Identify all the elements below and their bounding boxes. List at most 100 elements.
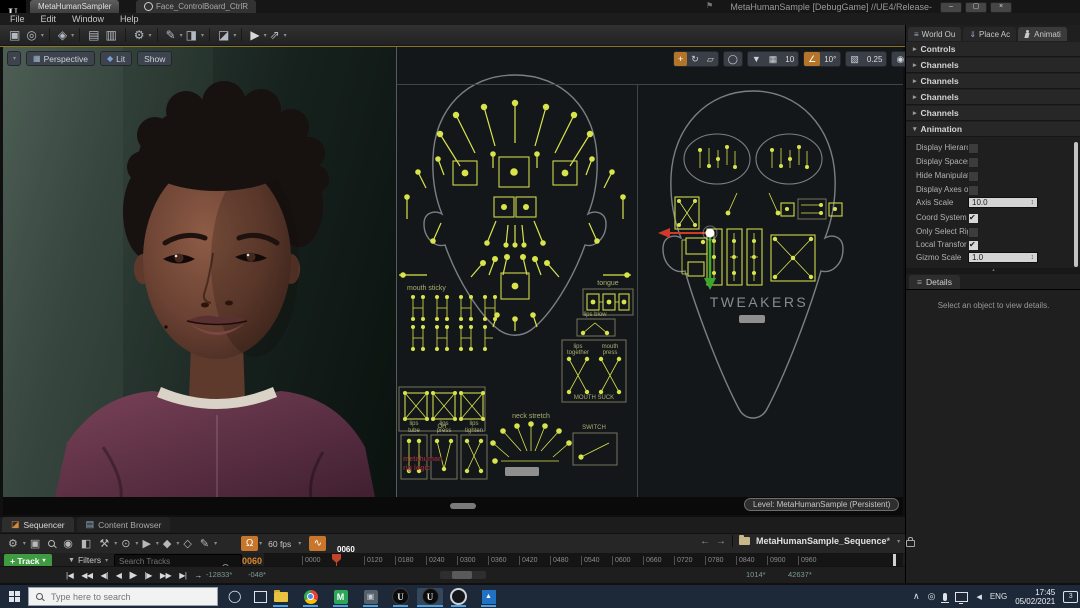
grid-snap-value[interactable]: 10 bbox=[781, 55, 798, 64]
tray-obs-icon[interactable]: ◎ bbox=[928, 591, 936, 602]
file-explorer-icon[interactable] bbox=[272, 588, 289, 605]
viewport-options-button[interactable]: ▾ bbox=[7, 51, 21, 66]
rotation-snap-value[interactable]: 10° bbox=[820, 55, 840, 64]
lips-blow-controls[interactable]: lips blow bbox=[577, 312, 615, 336]
menu-edit[interactable]: Edit bbox=[41, 14, 57, 24]
rotate-tool-icon[interactable]: ↻ bbox=[687, 52, 703, 66]
cinematics-icon[interactable]: ◨ bbox=[186, 28, 197, 42]
caret-down-icon[interactable]: ▾ bbox=[214, 540, 217, 547]
axis-scale-input[interactable]: 10.0↕ bbox=[968, 197, 1038, 208]
rotation-snap-icon[interactable]: ∠ bbox=[804, 52, 820, 66]
tab-animation[interactable]: Animati bbox=[1018, 27, 1067, 41]
save-icon[interactable]: ▣ bbox=[9, 28, 20, 42]
range-start-value-2[interactable]: -048* bbox=[248, 570, 266, 579]
marketplace-icon[interactable]: ▥ bbox=[105, 28, 116, 42]
display-axes-checkbox[interactable] bbox=[968, 185, 979, 196]
step-back-button[interactable]: ◀◀ bbox=[81, 571, 92, 580]
control-board-right-head[interactable]: TWEAKERS bbox=[663, 91, 843, 418]
chrome-icon[interactable] bbox=[302, 588, 319, 605]
frame-forward-button[interactable]: |▶ bbox=[145, 571, 152, 580]
board-slider[interactable] bbox=[505, 467, 539, 476]
section-channels-3[interactable]: ▸Channels bbox=[906, 90, 1080, 105]
section-channels-1[interactable]: ▸Channels bbox=[906, 58, 1080, 73]
caret-down-icon[interactable]: ▾ bbox=[201, 32, 204, 39]
section-animation[interactable]: ▾Animation bbox=[906, 122, 1080, 137]
flag-icon[interactable]: ⚑ bbox=[706, 1, 713, 10]
task-view-icon[interactable] bbox=[254, 591, 267, 603]
photos-icon[interactable]: ▲ bbox=[480, 588, 497, 605]
sequencer-options-gear-icon[interactable]: ⚙ bbox=[8, 537, 18, 550]
coord-system-checkbox[interactable] bbox=[968, 213, 979, 224]
play-button[interactable]: ▶ bbox=[129, 570, 136, 581]
mouth-sticky-controls[interactable]: mouth sticky bbox=[407, 285, 497, 351]
control-board-left-head[interactable] bbox=[399, 75, 631, 335]
section-controls[interactable]: ▸Controls bbox=[906, 42, 1080, 57]
back-icon[interactable]: ← bbox=[700, 536, 710, 547]
tab-face-controlboard[interactable]: Face_ControlBoard_CtrlR bbox=[136, 0, 256, 13]
blueprints-icon[interactable]: ✎ bbox=[166, 28, 176, 42]
next-key-button[interactable]: ▶▶ bbox=[160, 571, 171, 580]
green-m-app-icon[interactable]: M bbox=[332, 588, 349, 605]
range-end-value[interactable]: 1014* bbox=[746, 570, 766, 579]
panel-splitter[interactable]: ▴ bbox=[906, 268, 1080, 274]
caret-down-icon[interactable]: ▾ bbox=[135, 540, 138, 547]
tab-place-actors[interactable]: ⇓ Place Ac bbox=[963, 27, 1016, 41]
hide-manipulators-checkbox[interactable] bbox=[968, 171, 979, 182]
display-icon[interactable] bbox=[955, 592, 968, 602]
caret-down-icon[interactable]: ▾ bbox=[233, 32, 236, 39]
caret-down-icon[interactable]: ▾ bbox=[176, 540, 179, 547]
caret-down-icon[interactable]: ▾ bbox=[264, 32, 267, 39]
tab-details[interactable]: ≡ Details bbox=[909, 275, 960, 289]
caret-down-icon[interactable]: ▾ bbox=[114, 540, 117, 547]
neck-stretch-controls[interactable]: neck stretch bbox=[490, 413, 572, 476]
current-frame-display[interactable]: 0060 bbox=[242, 556, 262, 566]
caret-down-icon[interactable]: ▾ bbox=[23, 540, 26, 547]
tongue-controls[interactable]: tongue bbox=[583, 280, 633, 315]
grid-snap-icon[interactable]: ▦ bbox=[765, 52, 782, 66]
microphone-icon[interactable] bbox=[943, 593, 947, 601]
tray-chevron-icon[interactable]: ∧ bbox=[913, 591, 920, 602]
menu-file[interactable]: File bbox=[10, 14, 25, 24]
source-control-icon[interactable]: ◎ bbox=[26, 28, 36, 42]
level-badge[interactable]: Level: MetaHumanSample (Persistent) bbox=[744, 498, 899, 511]
menu-help[interactable]: Help bbox=[120, 14, 139, 24]
settings-gear-icon[interactable]: ⚙ bbox=[134, 28, 145, 42]
filters-dropdown[interactable]: ▼ Filters ▾ bbox=[68, 555, 108, 565]
curve-editor-button[interactable]: ∿ bbox=[309, 536, 326, 551]
notification-icon[interactable]: 3 bbox=[1063, 591, 1078, 603]
taskbar-search[interactable] bbox=[28, 587, 218, 606]
lit-button[interactable]: ◆Lit bbox=[100, 51, 132, 66]
switch-controls[interactable]: SWITCH bbox=[573, 425, 617, 465]
launch-icon[interactable]: ⇗ bbox=[270, 28, 280, 42]
play-icon[interactable]: ▶ bbox=[250, 28, 259, 42]
create-camera-icon[interactable]: ◉ bbox=[63, 537, 73, 550]
spinner-icon[interactable]: ↕ bbox=[1031, 254, 1035, 261]
show-button[interactable]: Show bbox=[137, 51, 172, 66]
range-end-value-2[interactable]: 42637* bbox=[788, 570, 812, 579]
snap-magnet-button[interactable]: Ω bbox=[241, 536, 258, 551]
viewport-3d-scene[interactable] bbox=[3, 47, 397, 497]
caret-down-icon[interactable]: ▾ bbox=[298, 540, 301, 547]
jump-to-end-button[interactable]: ▶| bbox=[179, 571, 186, 580]
maximize-button[interactable]: ▢ bbox=[965, 2, 987, 13]
curve-pen-icon[interactable]: ✎ bbox=[200, 537, 209, 550]
menu-window[interactable]: Window bbox=[72, 14, 104, 24]
unreal-engine-icon[interactable]: U bbox=[392, 588, 409, 605]
tweakers-slider[interactable] bbox=[739, 315, 765, 323]
gizmo-origin-handle[interactable] bbox=[706, 229, 715, 238]
clock[interactable]: 17:45 05/02/2021 bbox=[1015, 588, 1055, 606]
display-spaces-checkbox[interactable] bbox=[968, 157, 979, 168]
tab-world-outliner[interactable]: ≡ World Ou bbox=[908, 27, 961, 41]
lock-icon[interactable] bbox=[906, 540, 915, 547]
surface-snap-icon[interactable]: ▼ bbox=[748, 52, 765, 66]
scale-tool-icon[interactable]: ▱ bbox=[703, 52, 718, 66]
caret-down-icon[interactable]: ▾ bbox=[180, 32, 183, 39]
fps-dropdown[interactable]: 60 fps bbox=[268, 539, 291, 549]
playback-options-icon[interactable]: ▶ bbox=[142, 537, 150, 550]
section-channels-4[interactable]: ▸Channels bbox=[906, 106, 1080, 121]
save-sequence-icon[interactable]: ▣ bbox=[30, 537, 40, 550]
build-icon[interactable]: ◪ bbox=[218, 28, 229, 42]
timeline-hscrollbar[interactable] bbox=[440, 571, 486, 579]
obs-icon[interactable] bbox=[450, 588, 467, 605]
spinner-icon[interactable]: ↕ bbox=[1031, 199, 1035, 206]
